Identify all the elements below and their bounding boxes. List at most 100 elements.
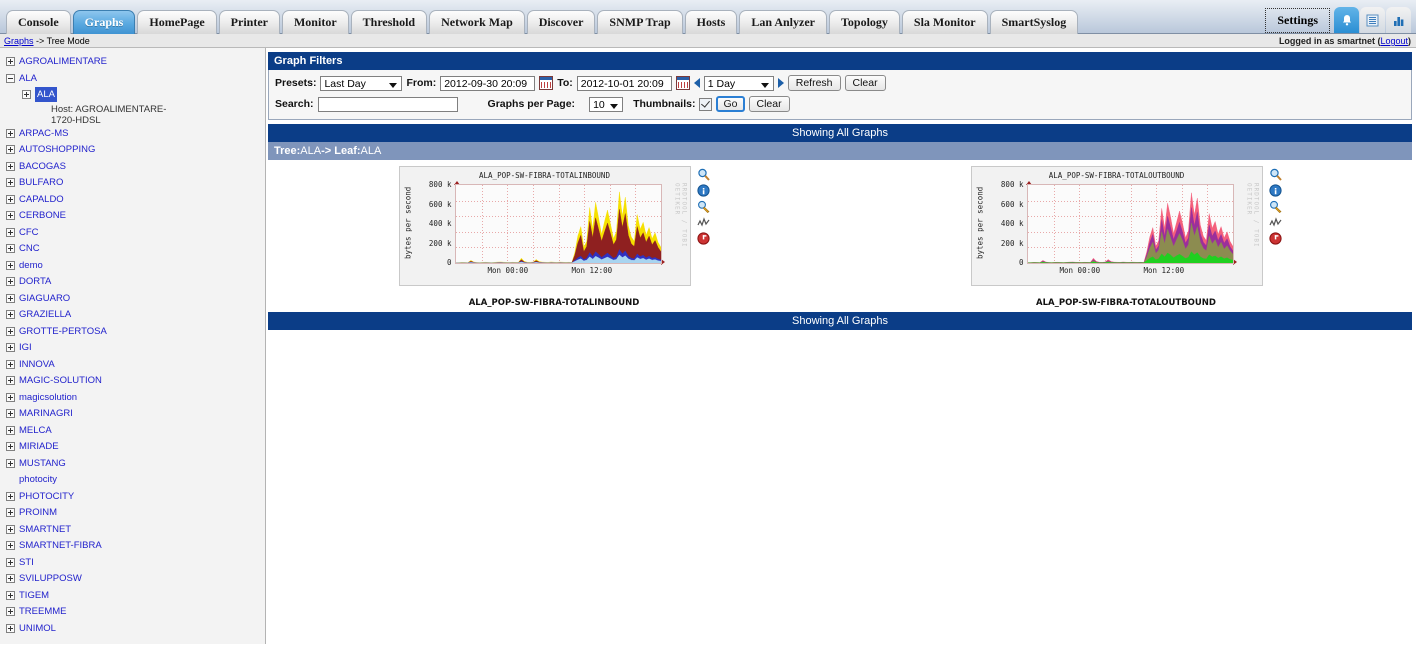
time-span-select[interactable]: 1 Day bbox=[703, 75, 774, 91]
clear-search-button[interactable]: Clear bbox=[748, 96, 790, 112]
zoom-icon[interactable] bbox=[697, 168, 710, 181]
sidebar-item-cnc[interactable]: CNC bbox=[6, 241, 265, 258]
from-date-input[interactable]: 2012-09-30 20:09 bbox=[440, 75, 536, 91]
tree-item-label[interactable]: MELCA bbox=[19, 423, 52, 438]
plus-icon[interactable] bbox=[6, 376, 15, 385]
previous-period-arrow-icon[interactable] bbox=[693, 78, 700, 88]
bell-icon[interactable] bbox=[1334, 7, 1359, 33]
sidebar-item-photocity[interactable]: photocity bbox=[6, 472, 265, 489]
sidebar-item-sti[interactable]: STI bbox=[6, 555, 265, 572]
tab-console[interactable]: Console bbox=[6, 10, 71, 34]
tree-host-item[interactable]: Host: AGROALIMENTARE-1720-HDSL bbox=[6, 104, 265, 126]
sidebar-item-miriade[interactable]: MIRIADE bbox=[6, 439, 265, 456]
tab-graphs[interactable]: Graphs bbox=[72, 10, 136, 34]
sidebar-item-photocity[interactable]: PHOTOCITY bbox=[6, 489, 265, 506]
tab-sla-monitor[interactable]: Sla Monitor bbox=[901, 10, 988, 34]
properties-icon[interactable] bbox=[1269, 200, 1282, 213]
sidebar-item-igi[interactable]: IGI bbox=[6, 340, 265, 357]
tree-item-label[interactable]: UNIMOL bbox=[19, 621, 56, 636]
tree-item-label[interactable]: BULFARO bbox=[19, 175, 63, 190]
tab-hosts[interactable]: Hosts bbox=[684, 10, 738, 34]
refresh-button[interactable]: Refresh bbox=[787, 75, 841, 91]
tab-network-map[interactable]: Network Map bbox=[429, 10, 525, 34]
search-input[interactable] bbox=[317, 96, 458, 112]
sidebar-item-ala[interactable]: ALA bbox=[6, 87, 265, 104]
logout-link[interactable]: Logout bbox=[1380, 36, 1408, 46]
calendar-icon-from[interactable] bbox=[539, 76, 554, 90]
tree-item-label[interactable]: GROTTE-PERTOSA bbox=[19, 324, 107, 339]
plus-icon[interactable] bbox=[6, 244, 15, 253]
tree-item-label[interactable]: MAGIC-SOLUTION bbox=[19, 373, 102, 388]
tree-item-label[interactable]: SVILUPPOSW bbox=[19, 571, 82, 586]
sidebar-item-demo[interactable]: demo bbox=[6, 258, 265, 275]
sidebar-item-graziella[interactable]: GRAZIELLA bbox=[6, 307, 265, 324]
plus-icon[interactable] bbox=[6, 145, 15, 154]
plus-icon[interactable] bbox=[6, 541, 15, 550]
tree-item-label[interactable]: AUTOSHOPPING bbox=[19, 142, 95, 157]
sidebar-item-innova[interactable]: INNOVA bbox=[6, 357, 265, 374]
sidebar-item-autoshopping[interactable]: AUTOSHOPPING bbox=[6, 142, 265, 159]
sidebar-item-cfc[interactable]: CFC bbox=[6, 225, 265, 242]
sidebar-item-magic-solution[interactable]: MAGIC-SOLUTION bbox=[6, 373, 265, 390]
sidebar-item-smartnet-fibra[interactable]: SMARTNET-FIBRA bbox=[6, 538, 265, 555]
tree-item-label[interactable]: ARPAC-MS bbox=[19, 126, 68, 141]
tree-item-label[interactable]: SMARTNET bbox=[19, 522, 71, 537]
sidebar-item-tigem[interactable]: TIGEM bbox=[6, 588, 265, 605]
bar-chart-icon[interactable] bbox=[1386, 7, 1411, 33]
clear-button[interactable]: Clear bbox=[844, 75, 886, 91]
tab-snmp-trap[interactable]: SNMP Trap bbox=[597, 10, 683, 34]
rrd-graph-image[interactable]: ALA_POP-SW-FIBRA-TOTALINBOUND bytes per s… bbox=[398, 166, 691, 286]
thumbnails-checkbox[interactable] bbox=[699, 97, 713, 111]
plus-icon[interactable] bbox=[6, 574, 15, 583]
tab-lan-anlyzer[interactable]: Lan Anlyzer bbox=[739, 10, 827, 34]
sidebar-item-cerbone[interactable]: CERBONE bbox=[6, 208, 265, 225]
plus-icon[interactable] bbox=[6, 128, 15, 138]
plus-icon[interactable] bbox=[6, 194, 15, 204]
zoom-icon[interactable] bbox=[1269, 168, 1282, 181]
sidebar-item-svilupposw[interactable]: SVILUPPOSW bbox=[6, 571, 265, 588]
tree-item-label[interactable]: MUSTANG bbox=[19, 456, 66, 471]
sidebar-item-proinm[interactable]: PROINM bbox=[6, 505, 265, 522]
sidebar-item-smartnet[interactable]: SMARTNET bbox=[6, 522, 265, 539]
tab-discover[interactable]: Discover bbox=[526, 10, 596, 34]
plus-icon[interactable] bbox=[6, 557, 15, 567]
tree-item-label[interactable]: GIAGUARO bbox=[19, 291, 70, 306]
tree-item-label[interactable]: demo bbox=[19, 258, 43, 273]
sidebar-item-dorta[interactable]: DORTA bbox=[6, 274, 265, 291]
csv-export-icon[interactable] bbox=[1268, 216, 1282, 229]
plus-icon[interactable] bbox=[6, 524, 15, 534]
tree-item-label[interactable]: DORTA bbox=[19, 274, 51, 289]
tree-item-label[interactable]: photocity bbox=[19, 472, 57, 487]
sidebar-item-arpac-ms[interactable]: ARPAC-MS bbox=[6, 126, 265, 143]
tree-item-label[interactable]: CFC bbox=[19, 225, 39, 240]
info-icon[interactable] bbox=[696, 184, 710, 197]
plus-icon[interactable] bbox=[22, 90, 31, 99]
tree-item-label[interactable]: AGROALIMENTARE bbox=[19, 54, 107, 69]
plus-icon[interactable] bbox=[6, 359, 15, 369]
sidebar-item-agroalimentare[interactable]: AGROALIMENTARE bbox=[6, 54, 265, 71]
plus-icon[interactable] bbox=[6, 442, 15, 451]
sidebar-item-bacogas[interactable]: BACOGAS bbox=[6, 159, 265, 176]
tree-item-label[interactable]: MIRIADE bbox=[19, 439, 59, 454]
graphs-per-page-select[interactable]: 10 bbox=[589, 96, 624, 112]
plus-icon[interactable] bbox=[6, 343, 15, 352]
remove-icon[interactable] bbox=[696, 232, 710, 245]
plus-icon[interactable] bbox=[6, 277, 15, 286]
tree-item-label[interactable]: MARINAGRI bbox=[19, 406, 73, 421]
plus-icon[interactable] bbox=[6, 508, 15, 517]
remove-icon[interactable] bbox=[1268, 232, 1282, 245]
plus-icon[interactable] bbox=[6, 590, 15, 600]
tree-item-label[interactable]: PHOTOCITY bbox=[19, 489, 74, 504]
tree-item-label[interactable]: SMARTNET-FIBRA bbox=[19, 538, 102, 553]
info-icon[interactable] bbox=[1268, 184, 1282, 197]
tree-item-label[interactable]: IGI bbox=[19, 340, 32, 355]
sidebar-item-treemme[interactable]: TREEMME bbox=[6, 604, 265, 621]
plus-icon[interactable] bbox=[6, 227, 15, 237]
sidebar-item-magicsolution[interactable]: magicsolution bbox=[6, 390, 265, 407]
go-button[interactable]: Go bbox=[716, 96, 745, 112]
tab-threshold[interactable]: Threshold bbox=[350, 10, 428, 34]
sidebar-item-grotte-pertosa[interactable]: GROTTE-PERTOSA bbox=[6, 324, 265, 341]
plus-icon[interactable] bbox=[6, 491, 15, 501]
sidebar-item-giaguaro[interactable]: GIAGUARO bbox=[6, 291, 265, 308]
tab-printer[interactable]: Printer bbox=[218, 10, 280, 34]
